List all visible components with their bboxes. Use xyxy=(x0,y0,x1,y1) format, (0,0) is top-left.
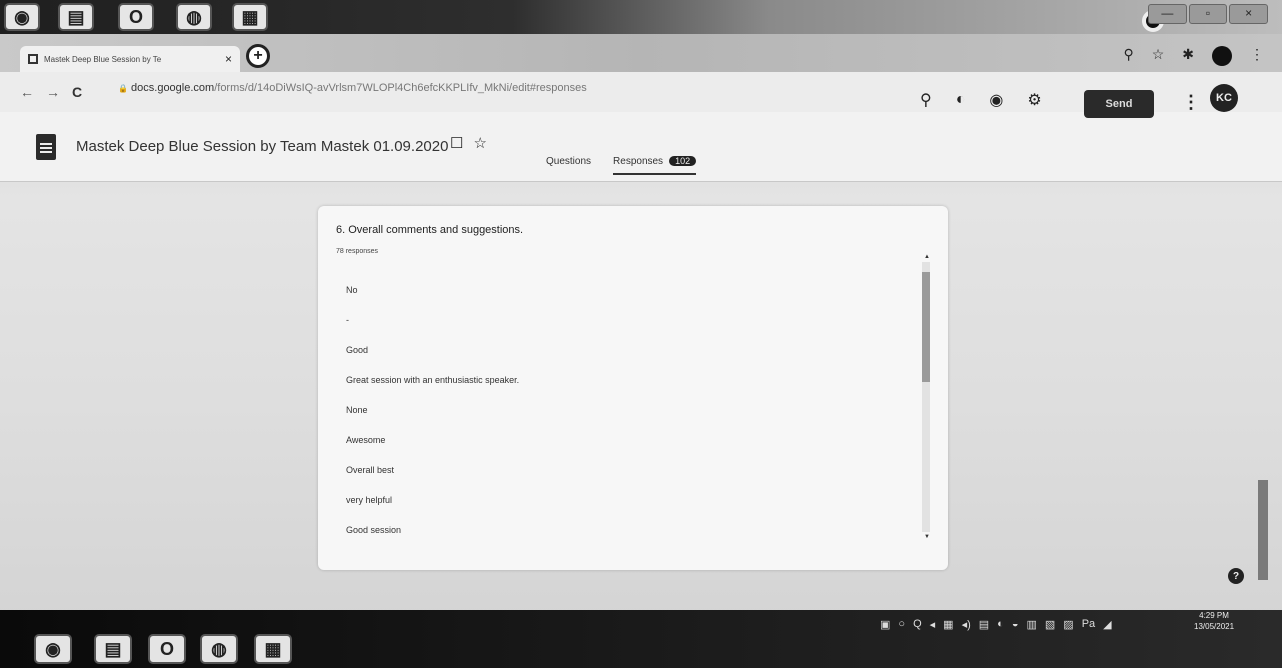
palette-icon[interactable]: ◐ xyxy=(956,91,966,109)
folder-icon[interactable]: ▤ xyxy=(94,634,132,664)
list-item: Overall best xyxy=(346,465,395,475)
forms-header: Mastek Deep Blue Session by Team Mastek … xyxy=(0,84,1282,182)
addon-icon[interactable]: ⚲ xyxy=(920,90,932,110)
forms-logo-icon[interactable] xyxy=(36,134,56,160)
folder-icon[interactable]: ▤ xyxy=(58,3,94,31)
profile-icon[interactable] xyxy=(1212,46,1232,66)
list-item: None xyxy=(346,405,368,415)
opera-icon[interactable]: O xyxy=(148,634,186,664)
url-host: docs.google.com xyxy=(131,82,215,94)
back-button[interactable]: ← xyxy=(20,84,34,100)
bookmark-star-icon[interactable]: ☆ xyxy=(1152,46,1165,66)
tab-title: Mastek Deep Blue Session by Te xyxy=(44,54,162,64)
star-icon[interactable]: ☆ xyxy=(473,134,486,152)
photo-icon[interactable]: ▦ xyxy=(254,634,292,664)
forward-button[interactable]: → xyxy=(46,84,60,100)
tray-icon[interactable]: ▦ xyxy=(943,618,953,631)
tray-icon[interactable]: ▧ xyxy=(1045,618,1055,631)
photo-icon[interactable]: ▦ xyxy=(232,3,268,31)
chrome-icon[interactable]: ◍ xyxy=(200,634,238,664)
tray-icon[interactable]: ◐ xyxy=(997,618,1004,631)
tray-icon[interactable]: ◂ xyxy=(930,618,936,631)
browser-tab[interactable]: Mastek Deep Blue Session by Te × xyxy=(20,46,240,72)
screenshot-root: ◉ ▤ O ◍ ▦ — ▫ × Mastek Deep Blue Session… xyxy=(0,0,1282,668)
browser-tab-row: Mastek Deep Blue Session by Te × + ⚲ ☆ ✱… xyxy=(0,34,1282,72)
folder-move-icon[interactable]: ☐ xyxy=(450,134,463,152)
avatar[interactable]: KC xyxy=(1210,84,1238,112)
tray-icon[interactable]: Q xyxy=(913,618,922,631)
search-tabs-icon[interactable]: ⚲ xyxy=(1123,46,1133,66)
scroll-up-arrow-icon[interactable]: ▲ xyxy=(924,254,930,260)
system-tray: ▣ ○ Q ◂ ▦ ◂) ▤ ◐ ◒ ▥ ▧ ▨ Pa ◢ xyxy=(880,618,1112,631)
response-list-scrollbar[interactable] xyxy=(922,262,930,532)
tray-icon[interactable]: ▨ xyxy=(1063,618,1073,631)
list-item: Good xyxy=(346,345,369,355)
preview-eye-icon[interactable]: ◉ xyxy=(989,90,1003,110)
forms-favicon-icon xyxy=(28,54,38,64)
response-count-badge: 102 xyxy=(669,156,697,166)
maximize-button[interactable]: ▫ xyxy=(1188,4,1228,24)
browser-menu-icon[interactable]: ⋮ xyxy=(1250,46,1264,66)
reload-button[interactable]: C xyxy=(72,84,82,100)
url-field[interactable]: 🔒 docs.google.com/forms/d/14oDiWsIQ-avVr… xyxy=(118,82,587,94)
network-signal-icon[interactable]: ◢ xyxy=(1103,618,1111,631)
response-list: No - Good Great session with an enthusia… xyxy=(346,284,906,554)
help-icon[interactable]: ? xyxy=(1228,568,1244,584)
list-item: very helpful xyxy=(346,495,393,505)
close-window-button[interactable]: × xyxy=(1229,4,1269,24)
list-item: Great session with an enthusiastic speak… xyxy=(346,375,520,385)
title-actions: ☐ ☆ xyxy=(450,134,487,152)
question-summary-card: 6. Overall comments and suggestions. 78 … xyxy=(318,206,948,570)
tray-icon[interactable]: ▤ xyxy=(979,618,989,631)
tray-icon[interactable]: ▥ xyxy=(1026,618,1036,631)
new-tab-button[interactable]: + xyxy=(246,44,270,68)
form-tabs: Questions Responses 102 xyxy=(546,156,697,175)
response-count: 78 responses xyxy=(336,248,379,255)
top-taskbar-strip: ◉ ▤ O ◍ ▦ — ▫ × xyxy=(0,0,1282,34)
form-title[interactable]: Mastek Deep Blue Session by Team Mastek … xyxy=(76,138,448,155)
scrollbar-thumb[interactable] xyxy=(922,272,930,382)
tray-icon[interactable]: ◒ xyxy=(1012,618,1019,631)
tab-responses-label: Responses xyxy=(613,156,664,167)
opera-icon[interactable]: O xyxy=(118,3,154,31)
start-orb-icon[interactable]: ◉ xyxy=(34,634,72,664)
tab-questions[interactable]: Questions xyxy=(546,156,591,175)
tray-icon[interactable]: ▣ xyxy=(880,618,890,631)
extensions-icon[interactable]: ✱ xyxy=(1182,46,1194,66)
tab-close-icon[interactable]: × xyxy=(225,52,232,66)
question-title: 6. Overall comments and suggestions. xyxy=(336,224,524,236)
send-button[interactable]: Send xyxy=(1084,90,1154,118)
clock-date: 13/05/2021 xyxy=(1194,622,1235,631)
start-orb-icon[interactable]: ◉ xyxy=(4,3,40,31)
page-scrollbar-thumb[interactable] xyxy=(1258,480,1268,580)
tray-icon[interactable]: ○ xyxy=(898,618,905,631)
more-options-icon[interactable]: ⋮ xyxy=(1182,92,1200,113)
window-controls: — ▫ × xyxy=(1148,4,1269,24)
browser-toolbar-right: ⚲ ☆ ✱ ⋮ xyxy=(1123,46,1264,66)
settings-gear-icon[interactable]: ⚙ xyxy=(1027,90,1041,110)
clock-time: 4:29 PM xyxy=(1199,611,1229,620)
form-tools: ⚲ ◐ ◉ ⚙ xyxy=(920,90,1042,110)
volume-icon[interactable]: ◂) xyxy=(962,618,971,631)
list-item: Good session xyxy=(346,525,402,535)
scroll-down-arrow-icon[interactable]: ▼ xyxy=(924,534,930,540)
url-path: /forms/d/14oDiWsIQ-avVrlsm7WLOPl4Ch6efcK… xyxy=(214,82,587,94)
tab-responses[interactable]: Responses 102 xyxy=(613,156,697,175)
windows-taskbar: ◉ ▤ O ◍ ▦ ▣ ○ Q ◂ ▦ ◂) ▤ ◐ ◒ ▥ ▧ ▨ Pa ◢ … xyxy=(0,610,1282,668)
list-item: Awesome xyxy=(346,435,386,445)
list-item: No xyxy=(346,285,358,295)
minimize-button[interactable]: — xyxy=(1148,4,1187,24)
lock-icon: 🔒 xyxy=(118,84,128,93)
list-item: - xyxy=(346,315,349,325)
system-clock[interactable]: 4:29 PM 13/05/2021 xyxy=(1194,610,1234,632)
keyboard-language-icon[interactable]: Pa xyxy=(1082,618,1095,631)
chrome-icon[interactable]: ◍ xyxy=(176,3,212,31)
